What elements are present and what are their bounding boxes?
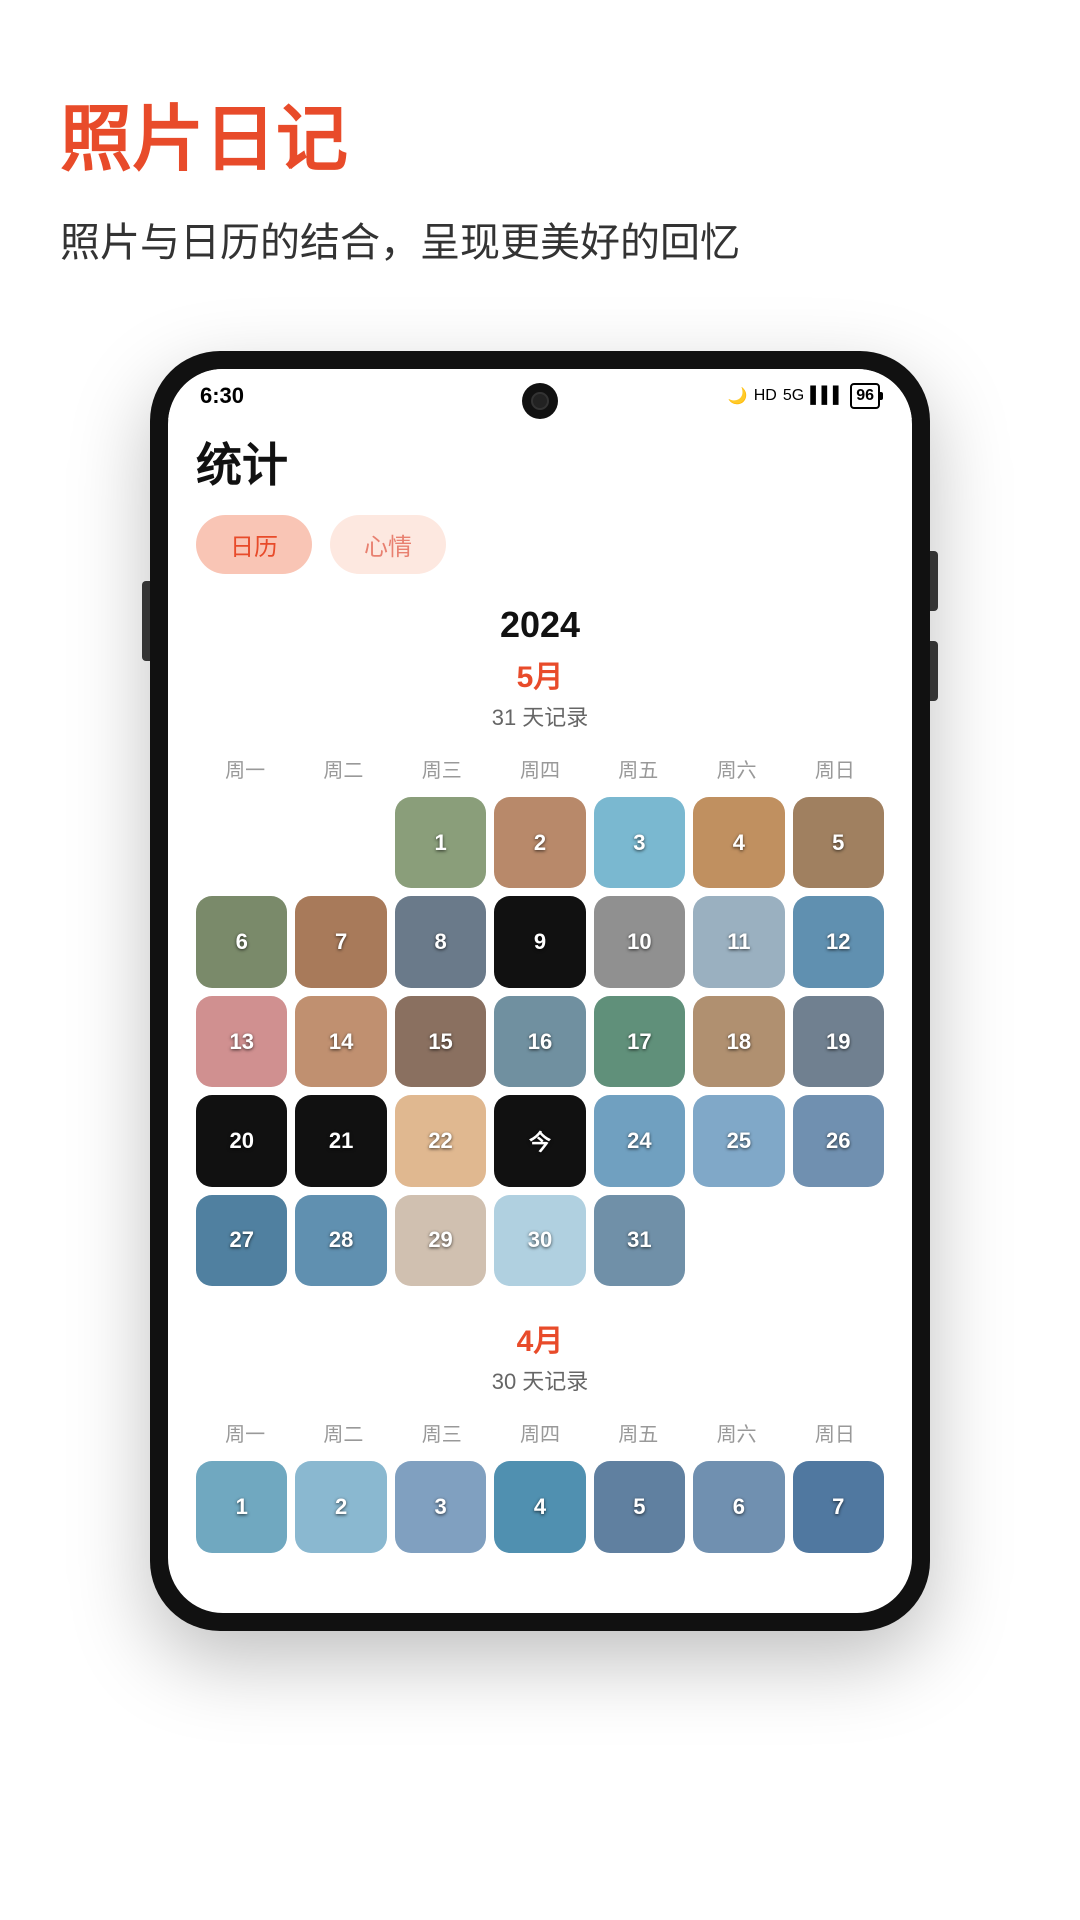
- phone-screen: 6:30 🌙 HD 5G ▌▌▌ 96 统计 日历 心情 2024 5月 31 …: [168, 369, 912, 1613]
- year-label: 2024: [196, 604, 884, 646]
- empty-cell: [693, 1195, 784, 1286]
- weekday-mon: 周一: [196, 750, 294, 787]
- tab-bar: 日历 心情: [196, 515, 884, 574]
- day-2[interactable]: 2: [494, 797, 585, 888]
- day-19[interactable]: 19: [793, 996, 884, 1087]
- weekday-fri2: 周五: [589, 1414, 687, 1451]
- april-weekday-header: 周一 周二 周三 周四 周五 周六 周日: [196, 1414, 884, 1451]
- app-title: 照片日记: [60, 80, 1020, 185]
- day-29[interactable]: 29: [395, 1195, 486, 1286]
- day-1[interactable]: 1: [395, 797, 486, 888]
- april-day-4[interactable]: 4: [494, 1461, 585, 1552]
- day-3[interactable]: 3: [594, 797, 685, 888]
- day-22[interactable]: 22: [395, 1095, 486, 1186]
- day-11[interactable]: 11: [693, 896, 784, 987]
- tab-calendar[interactable]: 日历: [196, 515, 312, 574]
- day-13[interactable]: 13: [196, 996, 287, 1087]
- day-16[interactable]: 16: [494, 996, 585, 1087]
- april-day-1[interactable]: 1: [196, 1461, 287, 1552]
- day-21[interactable]: 21: [295, 1095, 386, 1186]
- day-25[interactable]: 25: [693, 1095, 784, 1186]
- day-9[interactable]: 9: [494, 896, 585, 987]
- april-record: 30 天记录: [196, 1364, 884, 1396]
- day-15[interactable]: 15: [395, 996, 486, 1087]
- status-bar: 6:30 🌙 HD 5G ▌▌▌ 96: [168, 369, 912, 419]
- weekday-wed2: 周三: [393, 1414, 491, 1451]
- day-4[interactable]: 4: [693, 797, 784, 888]
- may-record: 31 天记录: [196, 700, 884, 732]
- phone-content: 统计 日历 心情 2024 5月 31 天记录 周一 周二 周三 周四 周五 周…: [168, 419, 912, 1613]
- 5g-icon: 5G: [783, 387, 804, 405]
- may-grid: 1 2 3 4 5 6 7 8 9 10 11 12 13 14 15: [196, 797, 884, 1286]
- day-30[interactable]: 30: [494, 1195, 585, 1286]
- empty-cell: [196, 797, 287, 888]
- weekday-sat: 周六: [687, 750, 785, 787]
- day-20[interactable]: 20: [196, 1095, 287, 1186]
- weekday-thu: 周四: [491, 750, 589, 787]
- day-14[interactable]: 14: [295, 996, 386, 1087]
- day-5[interactable]: 5: [793, 797, 884, 888]
- status-icons: 🌙 HD 5G ▌▌▌ 96: [728, 383, 880, 409]
- day-8[interactable]: 8: [395, 896, 486, 987]
- april-day-5[interactable]: 5: [594, 1461, 685, 1552]
- may-label: 5月: [196, 652, 884, 696]
- april-day-2[interactable]: 2: [295, 1461, 386, 1552]
- phone-frame: 6:30 🌙 HD 5G ▌▌▌ 96 统计 日历 心情 2024 5月 31 …: [150, 351, 930, 1631]
- weekday-tue2: 周二: [294, 1414, 392, 1451]
- screen-title: 统计: [196, 429, 884, 495]
- april-section: 4月 30 天记录 周一 周二 周三 周四 周五 周六 周日 1 2 3 4 5: [196, 1316, 884, 1552]
- day-28[interactable]: 28: [295, 1195, 386, 1286]
- weekday-tue: 周二: [294, 750, 392, 787]
- weekday-fri: 周五: [589, 750, 687, 787]
- app-subtitle: 照片与日历的结合，呈现更美好的回忆: [60, 215, 1020, 271]
- signal-icon: ▌▌▌: [810, 387, 844, 405]
- day-26[interactable]: 26: [793, 1095, 884, 1186]
- weekday-thu2: 周四: [491, 1414, 589, 1451]
- volume-button: [142, 581, 150, 661]
- day-27[interactable]: 27: [196, 1195, 287, 1286]
- status-time: 6:30: [200, 383, 244, 409]
- may-section: 5月 31 天记录 周一 周二 周三 周四 周五 周六 周日 1 2: [196, 652, 884, 1286]
- april-grid: 1 2 3 4 5 6 7: [196, 1461, 884, 1552]
- day-10[interactable]: 10: [594, 896, 685, 987]
- weekday-mon2: 周一: [196, 1414, 294, 1451]
- hd-icon: HD: [754, 387, 777, 405]
- camera-notch: [522, 383, 558, 419]
- may-weekday-header: 周一 周二 周三 周四 周五 周六 周日: [196, 750, 884, 787]
- april-day-7[interactable]: 7: [793, 1461, 884, 1552]
- day-31[interactable]: 31: [594, 1195, 685, 1286]
- side-button2: [930, 641, 938, 701]
- battery-icon: 96: [850, 383, 880, 409]
- weekday-sat2: 周六: [687, 1414, 785, 1451]
- day-12[interactable]: 12: [793, 896, 884, 987]
- day-18[interactable]: 18: [693, 996, 784, 1087]
- day-17[interactable]: 17: [594, 996, 685, 1087]
- day-today[interactable]: 今: [494, 1095, 585, 1186]
- tab-mood[interactable]: 心情: [330, 515, 446, 574]
- empty-cell: [295, 797, 386, 888]
- weekday-wed: 周三: [393, 750, 491, 787]
- day-6[interactable]: 6: [196, 896, 287, 987]
- april-day-6[interactable]: 6: [693, 1461, 784, 1552]
- page-header: 照片日记 照片与日历的结合，呈现更美好的回忆: [0, 0, 1080, 291]
- day-7[interactable]: 7: [295, 896, 386, 987]
- moon-icon: 🌙: [728, 386, 748, 406]
- day-24[interactable]: 24: [594, 1095, 685, 1186]
- weekday-sun2: 周日: [786, 1414, 884, 1451]
- april-label: 4月: [196, 1316, 884, 1360]
- weekday-sun: 周日: [786, 750, 884, 787]
- empty-cell: [793, 1195, 884, 1286]
- power-button: [930, 551, 938, 611]
- april-day-3[interactable]: 3: [395, 1461, 486, 1552]
